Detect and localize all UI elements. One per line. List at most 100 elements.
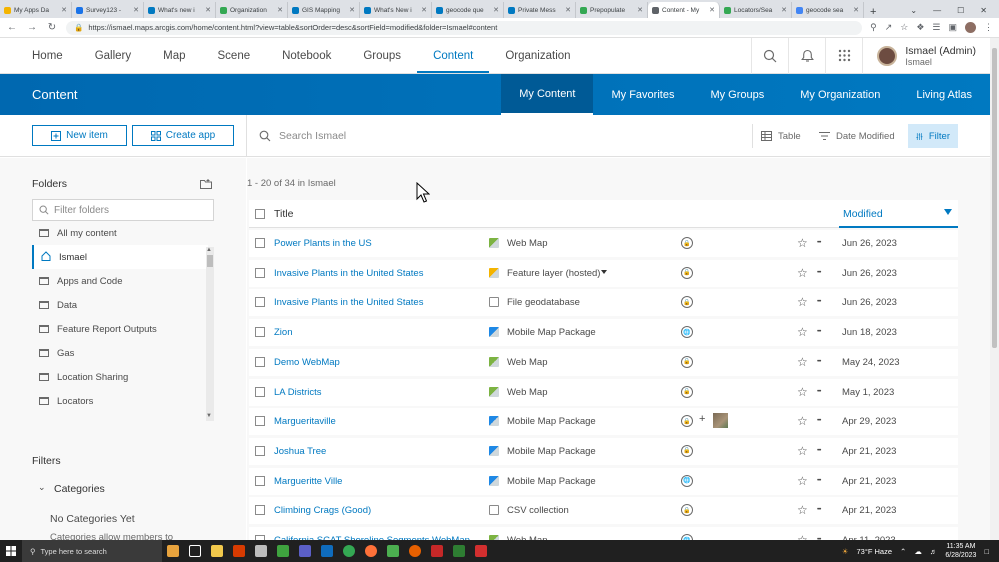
pdf-icon[interactable] <box>426 540 448 562</box>
windows-start-icon[interactable] <box>0 540 22 562</box>
close-icon[interactable]: ✕ <box>637 6 643 14</box>
scroll-thumb[interactable] <box>207 255 213 267</box>
briefcase-icon[interactable] <box>162 540 184 562</box>
new-item-button[interactable]: New item <box>32 125 127 146</box>
more-options-icon[interactable]: ••• <box>817 389 821 395</box>
lock-icon[interactable]: 🔒 <box>681 444 693 457</box>
browser-tab[interactable]: Prepopulate ✕ <box>576 2 648 18</box>
browser-tab[interactable]: geocode que ✕ <box>432 2 504 18</box>
tab-my-content[interactable]: My Content <box>501 74 594 115</box>
tab-my-organization[interactable]: My Organization <box>782 74 898 115</box>
favorite-star-icon[interactable]: ☆ <box>797 533 808 540</box>
row-checkbox[interactable] <box>255 386 265 397</box>
reload-icon[interactable]: ↻ <box>46 22 58 33</box>
firefox-dev-icon[interactable] <box>404 540 426 562</box>
favorite-star-icon[interactable]: ☆ <box>797 266 808 280</box>
nav-home[interactable]: Home <box>16 38 79 73</box>
close-icon[interactable]: ✕ <box>709 6 715 14</box>
clock[interactable]: 11:35 AM 6/28/2023 <box>945 542 976 560</box>
favorite-star-icon[interactable]: ☆ <box>797 236 808 250</box>
favorite-star-icon[interactable]: ☆ <box>797 355 808 369</box>
nav-organization[interactable]: Organization <box>489 38 586 73</box>
folder-item[interactable]: All my content <box>32 221 208 245</box>
red-c-icon[interactable] <box>470 540 492 562</box>
more-options-icon[interactable]: ••• <box>817 270 821 276</box>
item-title-link[interactable]: LA Districts <box>274 387 322 398</box>
row-checkbox[interactable] <box>255 505 265 516</box>
folder-item[interactable]: Data <box>32 293 208 317</box>
green-app-icon[interactable] <box>272 540 294 562</box>
globe-icon[interactable]: 🌐 <box>681 326 693 339</box>
browser-tab[interactable]: What's New i ✕ <box>360 2 432 18</box>
bell-icon[interactable] <box>788 37 825 74</box>
tray-chevron-icon[interactable]: ⌃ <box>900 547 906 556</box>
table-row[interactable]: Zion Mobile Map Package 🌐 ☆ ••• Jun 18, 2023 <box>249 319 958 347</box>
row-checkbox[interactable] <box>255 445 265 456</box>
more-options-icon[interactable]: ••• <box>817 418 821 424</box>
close-icon[interactable]: ✕ <box>133 6 139 14</box>
chevron-down-icon[interactable] <box>601 269 607 274</box>
app-launcher-grid-icon[interactable] <box>825 37 862 74</box>
sidepanel-icon[interactable]: ▣ <box>948 22 957 33</box>
select-all-checkbox[interactable] <box>255 209 265 219</box>
tab-my-favorites[interactable]: My Favorites <box>593 74 692 115</box>
title-column-header[interactable]: Title <box>274 208 293 220</box>
browser-tab[interactable]: Locators/Sea ✕ <box>720 2 792 18</box>
new-folder-icon[interactable] <box>200 179 212 192</box>
maximize-icon[interactable]: ☐ <box>957 6 964 15</box>
favorite-star-icon[interactable]: ☆ <box>797 295 808 309</box>
globe-icon[interactable]: 🌐 <box>681 474 693 487</box>
lock-icon[interactable]: 🔒 <box>681 237 693 249</box>
search-icon[interactable] <box>751 37 788 74</box>
favorite-star-icon[interactable]: ☆ <box>797 325 808 339</box>
folder-item[interactable]: Feature Report Outputs <box>32 317 208 341</box>
row-checkbox[interactable] <box>255 327 265 338</box>
item-title-link[interactable]: Invasive Plants in the United States <box>274 297 423 308</box>
share-icon[interactable]: ↗ <box>885 22 893 33</box>
close-icon[interactable]: ✕ <box>205 6 211 14</box>
folder-item[interactable]: Location Sharing <box>32 365 208 389</box>
profile-avatar[interactable] <box>965 22 976 33</box>
item-title-link[interactable]: Demo WebMap <box>274 357 340 368</box>
more-options-icon[interactable]: ••• <box>817 329 821 335</box>
scroll-up-icon[interactable]: ▲ <box>206 247 212 253</box>
row-checkbox[interactable] <box>255 356 265 367</box>
close-icon[interactable]: ✕ <box>421 6 427 14</box>
lock-icon[interactable]: 🔒 <box>681 504 693 517</box>
favorite-star-icon[interactable]: ☆ <box>797 444 808 458</box>
teams-icon[interactable] <box>294 540 316 562</box>
item-title-link[interactable]: Zion <box>274 327 292 338</box>
tab-living-atlas[interactable]: Living Atlas <box>898 74 990 115</box>
nav-notebook[interactable]: Notebook <box>266 38 347 73</box>
nav-content[interactable]: Content <box>417 38 490 73</box>
new-tab-button[interactable]: + <box>864 6 882 18</box>
browser-tab[interactable]: Content - My ✕ <box>648 2 720 18</box>
table-row[interactable]: Power Plants in the US Web Map 🔒 ☆ ••• Jun 26… <box>249 230 958 257</box>
file-explorer-icon[interactable] <box>206 540 228 562</box>
table-row[interactable]: Invasive Plants in the United States File… <box>249 289 958 317</box>
filter-toggle-button[interactable]: Filter <box>908 124 958 148</box>
row-checkbox[interactable] <box>255 238 265 248</box>
favorite-star-icon[interactable]: ☆ <box>797 474 808 488</box>
item-title-link[interactable]: Invasive Plants in the United States <box>274 268 423 279</box>
folder-scrollbar[interactable] <box>206 247 214 421</box>
more-options-icon[interactable]: ••• <box>817 240 821 246</box>
favorite-star-icon[interactable]: ☆ <box>797 414 808 428</box>
close-icon[interactable]: ✕ <box>349 6 355 14</box>
lock-icon[interactable]: 🔒 <box>681 266 693 279</box>
browser-tab[interactable]: GIS Mapping ✕ <box>288 2 360 18</box>
media-icon[interactable]: ☰ <box>932 22 940 33</box>
more-options-icon[interactable]: ••• <box>817 359 821 365</box>
scroll-down-icon[interactable]: ▼ <box>206 413 212 419</box>
table-row[interactable]: LA Districts Web Map 🔒 ☆ ••• May 1, 2023 <box>249 378 958 406</box>
firefox-icon[interactable] <box>360 540 382 562</box>
folder-item[interactable]: Ismael <box>32 245 208 269</box>
more-options-icon[interactable]: ••• <box>817 507 821 513</box>
page-scroll-thumb[interactable] <box>992 48 997 348</box>
folder-item[interactable]: Locators <box>32 389 208 413</box>
browser-tab[interactable]: My Apps Da ✕ <box>0 2 72 18</box>
taskbar-search[interactable]: ⚲ Type here to search <box>22 540 162 562</box>
nav-gallery[interactable]: Gallery <box>79 38 147 73</box>
sort-button[interactable]: Date Modified <box>811 124 903 148</box>
volume-icon[interactable]: ♬ <box>930 547 938 556</box>
